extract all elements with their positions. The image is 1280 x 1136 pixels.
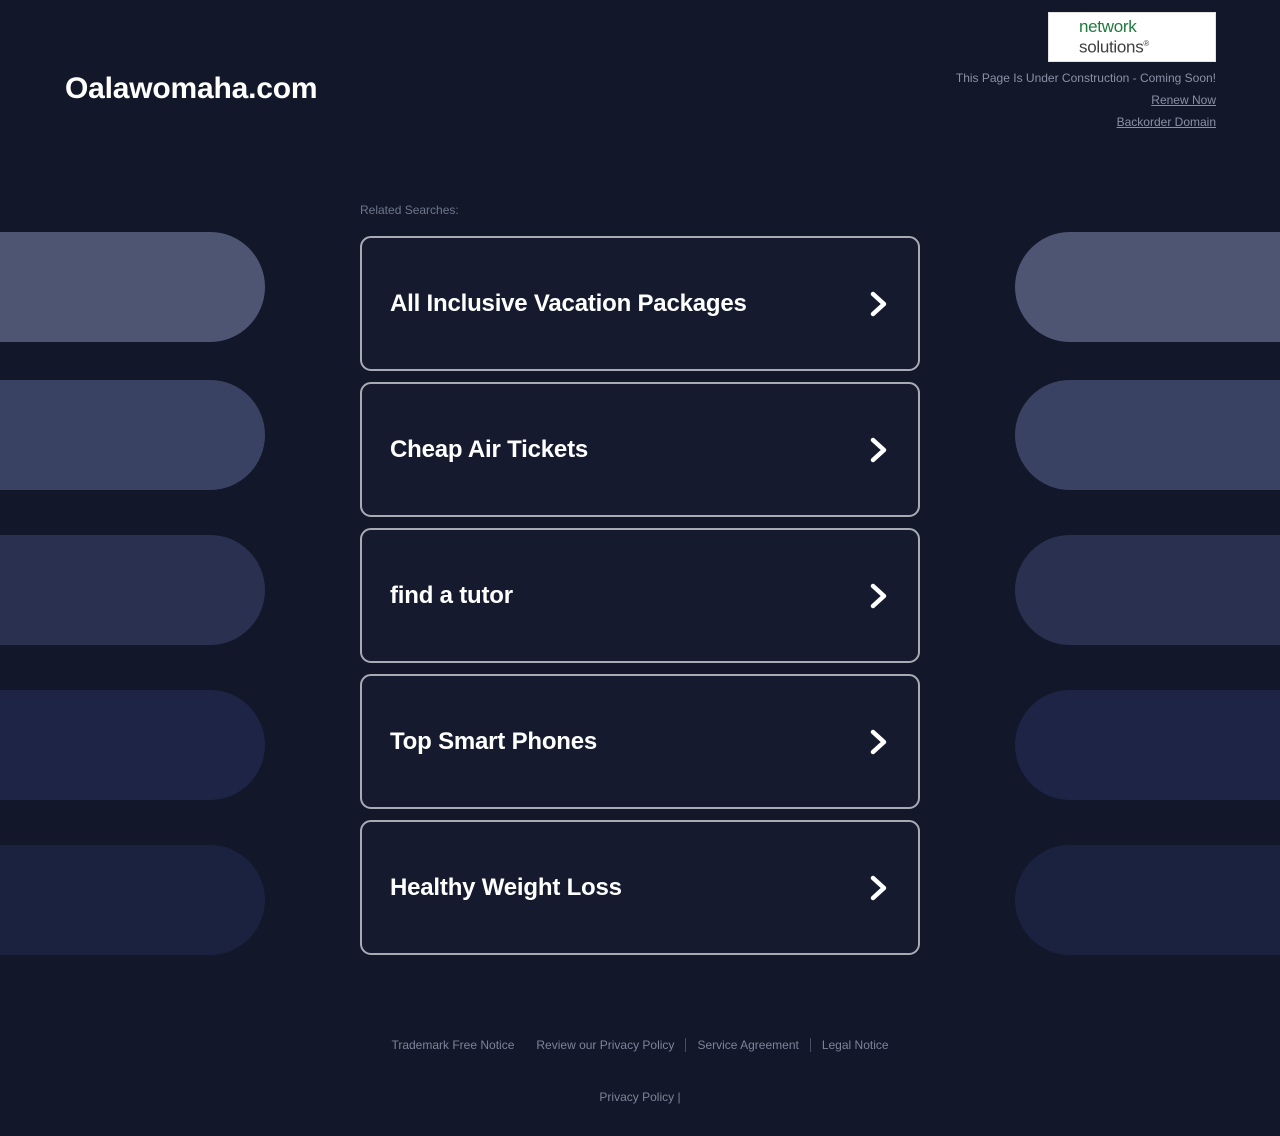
search-card-label: Top Smart Phones: [390, 727, 598, 755]
decorative-pill-left-5: [0, 845, 265, 955]
decorative-pill-left-3: [0, 535, 265, 645]
decorative-pill-right-4: [1015, 690, 1280, 800]
related-searches-label: Related Searches:: [360, 203, 459, 217]
search-card-label: find a tutor: [390, 581, 513, 609]
chevron-right-icon: [870, 437, 887, 462]
footer-link-trademark-free-notice[interactable]: Trademark Free Notice: [380, 1038, 525, 1052]
decorative-pill-right-2: [1015, 380, 1280, 490]
footer-bottom-row: Privacy Policy |: [0, 1090, 1280, 1104]
backorder-domain-link[interactable]: Backorder Domain: [1117, 111, 1216, 133]
decorative-pill-right-5: [1015, 845, 1280, 955]
page-title: Oalawomaha.com: [65, 72, 318, 105]
network-solutions-logo: network solutions®: [1048, 12, 1216, 62]
decorative-pill-left-1: [0, 232, 265, 342]
search-card-label: Cheap Air Tickets: [390, 435, 589, 463]
footer-link-legal-notice[interactable]: Legal Notice: [811, 1038, 900, 1052]
decorative-pill-right-1: [1015, 232, 1280, 342]
footer-links: Trademark Free Notice Review our Privacy…: [0, 1038, 1280, 1052]
footer-link-privacy-policy[interactable]: Privacy Policy |: [599, 1090, 680, 1104]
search-card[interactable]: Healthy Weight Loss: [360, 820, 920, 955]
registered-trademark-icon: ®: [1143, 38, 1150, 48]
renew-now-link[interactable]: Renew Now: [1151, 89, 1216, 111]
decorative-pill-right-3: [1015, 535, 1280, 645]
footer-link-service-agreement[interactable]: Service Agreement: [686, 1038, 809, 1052]
search-card[interactable]: Cheap Air Tickets: [360, 382, 920, 517]
search-card-label: Healthy Weight Loss: [390, 873, 622, 901]
page-header: Oalawomaha.com network solutions® This P…: [0, 0, 1280, 150]
search-card[interactable]: All Inclusive Vacation Packages: [360, 236, 920, 371]
chevron-right-icon: [870, 729, 887, 754]
search-card[interactable]: Top Smart Phones: [360, 674, 920, 809]
page-footer: Trademark Free Notice Review our Privacy…: [0, 1038, 1280, 1104]
logo-text-solutions: solutions®: [1079, 35, 1215, 57]
chevron-right-icon: [870, 291, 887, 316]
logo-solutions-word: solutions: [1079, 37, 1144, 57]
decorative-pill-left-2: [0, 380, 265, 490]
page-root: Oalawomaha.com network solutions® This P…: [0, 0, 1280, 1136]
header-status-block: This Page Is Under Construction - Coming…: [956, 68, 1216, 133]
search-card-label: All Inclusive Vacation Packages: [390, 289, 747, 317]
chevron-right-icon: [870, 583, 887, 608]
decorative-pill-left-4: [0, 690, 265, 800]
chevron-right-icon: [870, 875, 887, 900]
construction-status-text: This Page Is Under Construction - Coming…: [955, 71, 1216, 85]
related-searches-list: All Inclusive Vacation Packages Cheap Ai…: [360, 236, 920, 966]
logo-text-network: network: [1079, 16, 1137, 36]
footer-link-review-privacy-policy[interactable]: Review our Privacy Policy: [525, 1038, 685, 1052]
search-card[interactable]: find a tutor: [360, 528, 920, 663]
